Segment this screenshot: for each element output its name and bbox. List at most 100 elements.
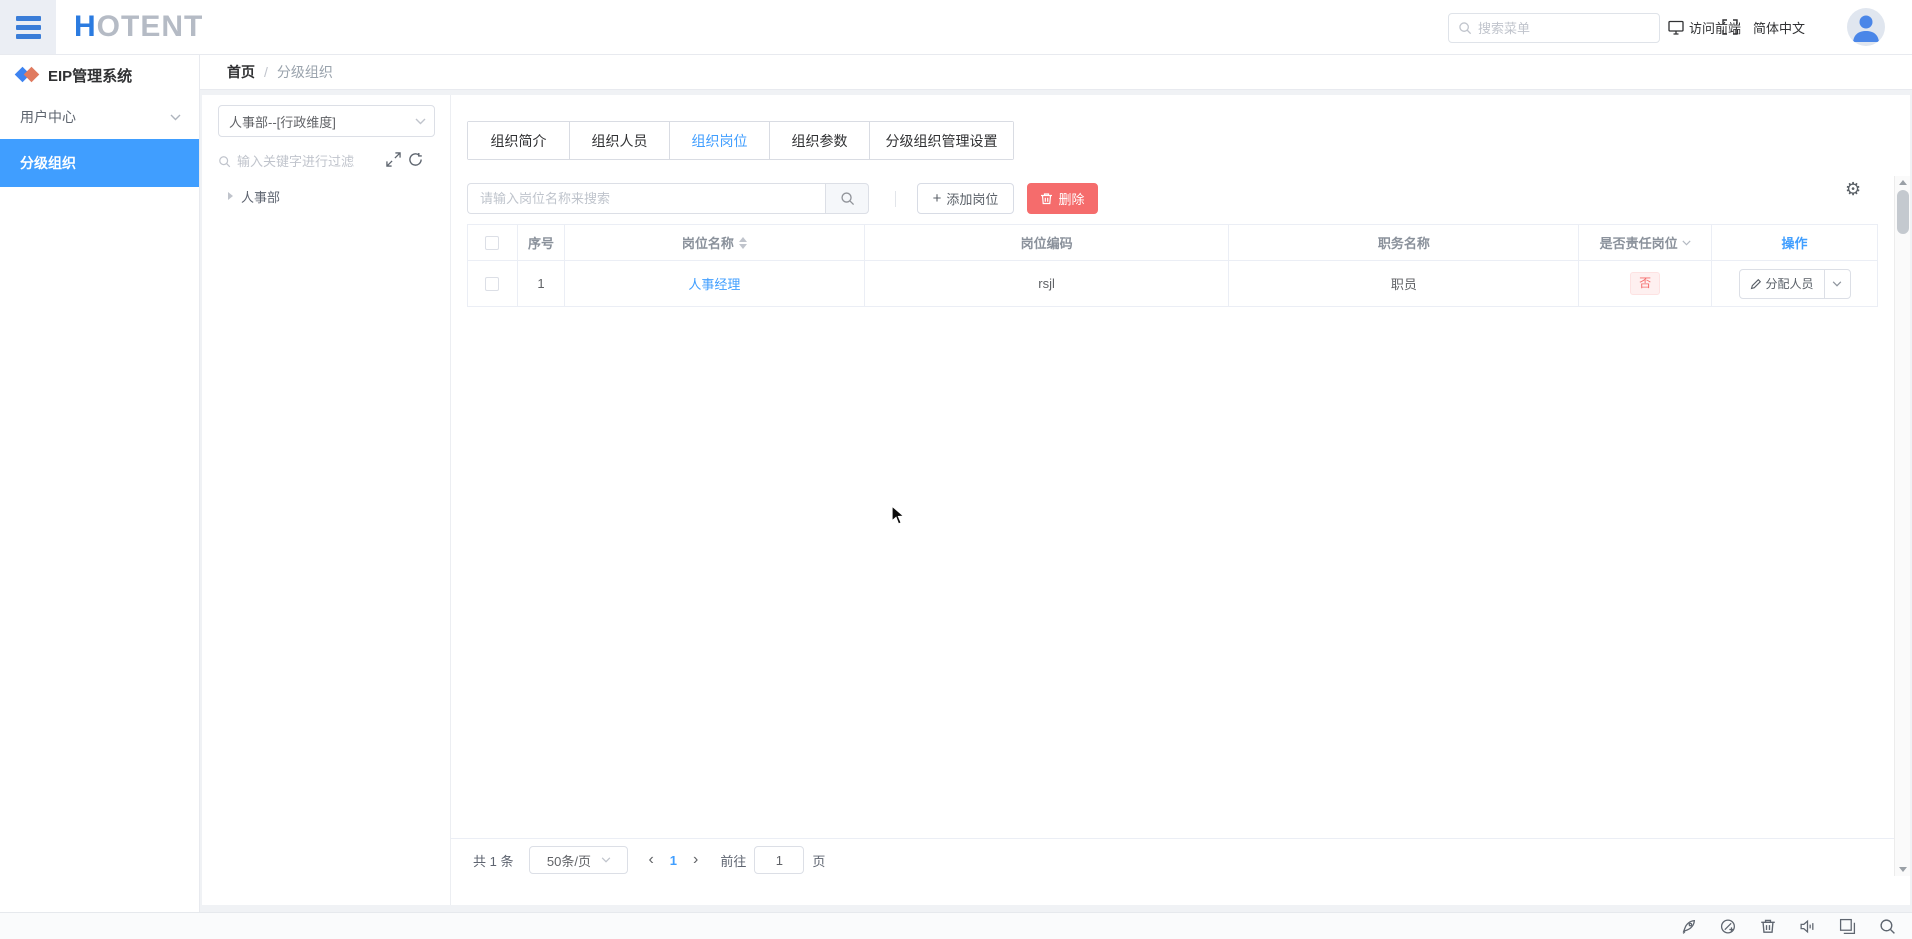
row-cell-job-name: 职员 (1229, 261, 1580, 307)
tab-org-posts[interactable]: 组织岗位 (669, 122, 769, 159)
post-search (467, 183, 869, 214)
goto-page-input[interactable] (754, 846, 805, 874)
prev-page-button[interactable]: ‹ (648, 852, 653, 868)
windows-icon[interactable] (1839, 918, 1856, 935)
scrollbar-thumb[interactable] (1897, 190, 1909, 234)
refresh-tree-button[interactable] (408, 152, 423, 167)
post-search-button[interactable] (825, 183, 869, 214)
header-cell-job-name: 职务名称 (1229, 225, 1580, 261)
tree-node-hr-dept[interactable]: 人事部 (202, 183, 450, 209)
page-size-select[interactable]: 50条/页 (529, 846, 629, 874)
hamburger-icon (15, 15, 41, 39)
next-page-button[interactable]: › (693, 852, 698, 868)
delete-button[interactable]: 删除 (1027, 183, 1098, 214)
sort-icon[interactable] (738, 236, 747, 249)
sidebar-item-label: 分级组织 (20, 155, 76, 171)
fullscreen-button[interactable] (1722, 19, 1738, 35)
menu-search[interactable] (1448, 13, 1660, 43)
sidebar-brand-label: EIP管理系统 (48, 67, 133, 85)
tab-org-intro[interactable]: 组织简介 (468, 122, 569, 159)
org-tree-panel: 人事部--[行政维度] 人事部 (202, 95, 451, 905)
main-panel: 组织简介 组织人员 组织岗位 组织参数 分级组织管理设置 + 添加岗位 删除 ⚙ (451, 95, 1910, 905)
plus-icon: + (932, 190, 942, 207)
avatar[interactable] (1847, 8, 1885, 46)
rocket-icon[interactable] (1680, 918, 1697, 935)
sidebar-item-user-center[interactable]: 用户中心 (0, 95, 199, 139)
vertical-scrollbar[interactable] (1894, 176, 1910, 876)
assign-person-dropdown[interactable] (1823, 269, 1850, 298)
tab-org-members[interactable]: 组织人员 (569, 122, 669, 159)
search-icon (1458, 21, 1472, 35)
job-name: 职员 (1390, 277, 1417, 292)
sidebar: EIP管理系统 用户中心 分级组织 (0, 55, 200, 912)
post-code: rsjl (1038, 276, 1055, 291)
column-label: 操作 (1781, 236, 1808, 251)
row-cell-index: 1 (517, 261, 565, 307)
header-cell-post-code: 岗位编码 (864, 225, 1230, 261)
menu-search-input[interactable] (1478, 20, 1654, 36)
sidebar-brand: EIP管理系统 (0, 55, 199, 95)
scroll-down-arrow[interactable] (1898, 867, 1907, 872)
row-cell-actions: 分配人员 (1712, 261, 1878, 307)
refresh-icon (409, 152, 422, 166)
post-search-input[interactable] (467, 183, 825, 214)
scroll-up-arrow[interactable] (1898, 180, 1907, 185)
breadcrumb-home[interactable]: 首页 (227, 62, 255, 82)
tab-org-mgmt-settings[interactable]: 分级组织管理设置 (869, 122, 1013, 159)
posts-table: 序号 岗位名称 岗位编码 职务名称 是否责任岗位 操作 1 人事经理 rsjl … (467, 224, 1878, 307)
language-switcher[interactable]: 简体中文 (1753, 0, 1805, 55)
compass-plus-icon[interactable] (1720, 918, 1737, 935)
pagination-divider (451, 838, 1894, 839)
filter-chevron-icon[interactable] (1682, 240, 1691, 246)
trash-icon (1041, 193, 1053, 205)
breadcrumb: 首页 / 分级组织 (200, 55, 1912, 90)
chevron-down-icon (601, 857, 611, 863)
org-tabs: 组织简介 组织人员 组织岗位 组织参数 分级组织管理设置 (467, 121, 1014, 160)
assign-person-main[interactable]: 分配人员 (1740, 270, 1824, 298)
eip-logo-icon (14, 65, 40, 85)
dimension-select[interactable]: 人事部--[行政维度] (218, 105, 435, 137)
header-cell-select (468, 225, 518, 261)
column-label: 序号 (527, 236, 554, 251)
trash-icon[interactable] (1760, 918, 1776, 934)
tab-org-params[interactable]: 组织参数 (769, 122, 869, 159)
pencil-icon (1750, 278, 1761, 289)
table-header-row: 序号 岗位名称 岗位编码 职务名称 是否责任岗位 操作 (468, 225, 1878, 261)
dimension-select-value: 人事部--[行政维度] (229, 114, 336, 130)
current-page[interactable]: 1 (670, 853, 677, 868)
table-row: 1 人事经理 rsjl 职员 否 分配人员 (468, 261, 1878, 307)
add-post-label: 添加岗位 (946, 192, 999, 207)
post-name-link[interactable]: 人事经理 (688, 274, 740, 293)
speaker-icon[interactable] (1799, 918, 1816, 935)
monitor-icon (1668, 20, 1684, 35)
header-cell-post-name: 岗位名称 (564, 225, 865, 261)
column-label: 岗位编码 (1020, 236, 1073, 251)
select-all-checkbox[interactable] (485, 235, 500, 250)
sidebar-item-hierarchical-org[interactable]: 分级组织 (0, 139, 199, 187)
assign-person-button[interactable]: 分配人员 (1738, 268, 1851, 299)
app-logo: HOTENT (74, 8, 203, 46)
column-label: 岗位名称 (681, 236, 734, 251)
header-cell-is-duty: 是否责任岗位 (1579, 225, 1713, 261)
add-post-button[interactable]: + 添加岗位 (917, 183, 1014, 214)
sidebar-toggle-button[interactable] (0, 0, 56, 54)
expand-tree-button[interactable] (386, 152, 401, 167)
tree-filter-input[interactable] (237, 153, 365, 169)
delete-label: 删除 (1058, 192, 1085, 207)
fullscreen-icon (1722, 19, 1738, 35)
row-checkbox[interactable] (485, 276, 500, 291)
breadcrumb-separator: / (264, 64, 268, 80)
page-size-value: 50条/页 (546, 853, 591, 869)
row-cell-post-code: rsjl (864, 261, 1230, 307)
tree-node-label: 人事部 (241, 189, 281, 205)
tree-filter[interactable] (218, 148, 378, 174)
column-label: 职务名称 (1377, 236, 1430, 251)
row-cell-select (468, 261, 518, 307)
table-settings-button[interactable]: ⚙ (1845, 180, 1861, 198)
row-cell-is-duty: 否 (1579, 261, 1713, 307)
logo-h: H (74, 10, 97, 43)
header-cell-index: 序号 (517, 225, 565, 261)
chevron-down-icon (1832, 280, 1842, 287)
search-icon[interactable] (1879, 918, 1896, 935)
user-icon (1853, 15, 1879, 42)
